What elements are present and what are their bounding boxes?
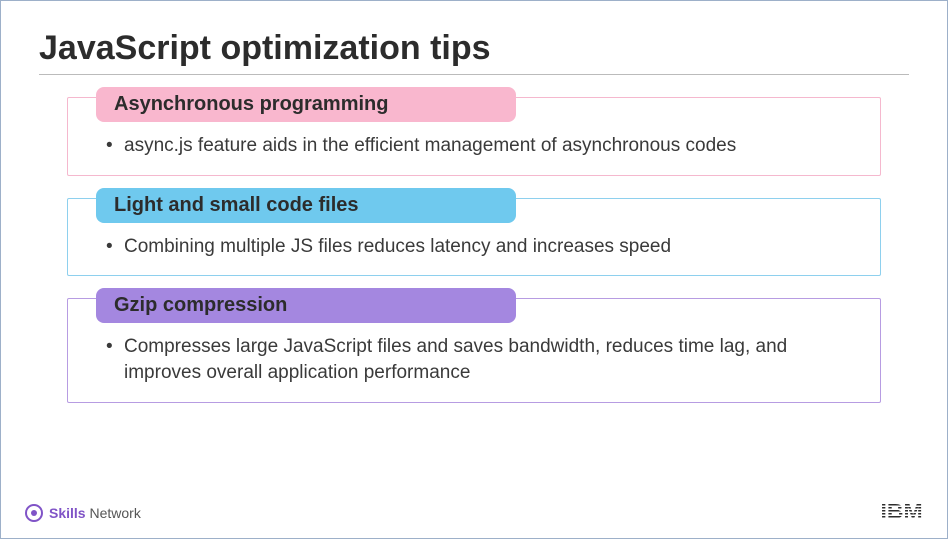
tip-body: Combining multiple JS files reduces late… <box>68 224 880 276</box>
footer: Skills Network IBM <box>25 501 923 524</box>
tip-async-programming: Asynchronous programming async.js featur… <box>67 97 881 176</box>
skills-network-icon <box>25 504 43 522</box>
slide-title: JavaScript optimization tips <box>39 29 909 75</box>
tip-body: async.js feature aids in the efficient m… <box>68 123 880 175</box>
tip-gzip: Gzip compression Compresses large JavaSc… <box>67 298 881 402</box>
tip-light-code: Light and small code files Combining mul… <box>67 198 881 277</box>
footer-network-text: Network <box>89 505 140 521</box>
ibm-logo: IBM <box>881 501 923 524</box>
tip-bullet: Combining multiple JS files reduces late… <box>106 234 856 260</box>
tip-body: Compresses large JavaScript files and sa… <box>68 324 880 401</box>
tips-container: Asynchronous programming async.js featur… <box>39 97 909 403</box>
tip-bullet: async.js feature aids in the efficient m… <box>106 133 856 159</box>
footer-skills-text: Skills <box>49 505 86 521</box>
skills-network-logo: Skills Network <box>25 504 141 522</box>
tip-heading: Asynchronous programming <box>96 87 516 122</box>
tip-bullet: Compresses large JavaScript files and sa… <box>106 334 856 385</box>
tip-heading: Light and small code files <box>96 188 516 223</box>
tip-heading: Gzip compression <box>96 288 516 323</box>
